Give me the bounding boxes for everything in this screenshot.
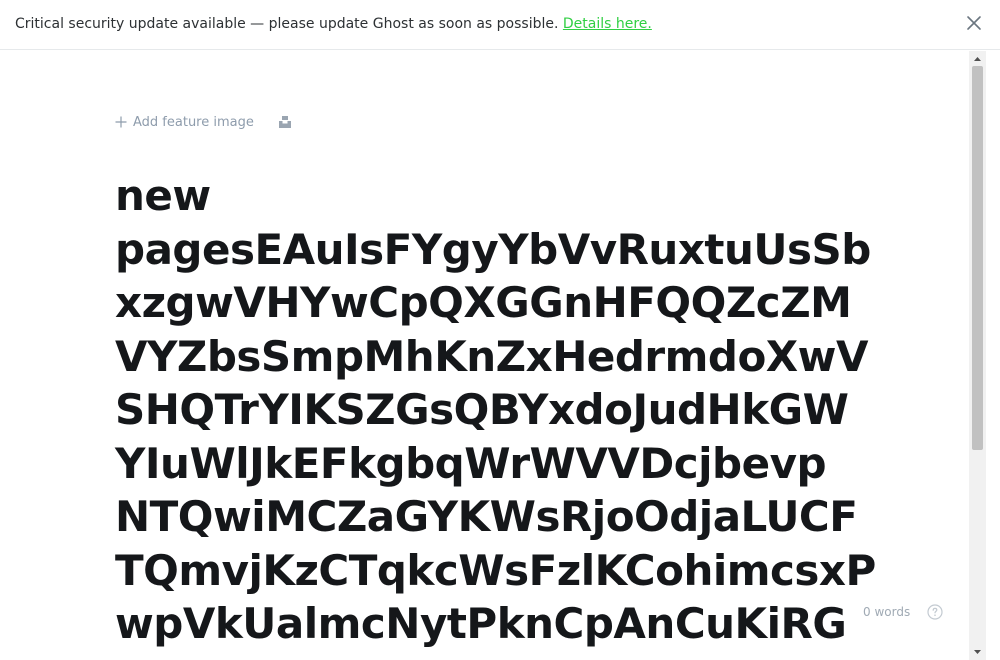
scroll-down-arrow-icon[interactable] — [969, 644, 986, 660]
post-title[interactable]: new pagesEAuIsFYgyYbVvRuxtuUsSb xzgwVHYwCp… — [115, 169, 876, 651]
unsplash-icon[interactable] — [278, 115, 292, 129]
banner-message: Critical security update available — ple… — [15, 16, 559, 32]
title-line: xzgwVHYwCpQXGGnHFQQZcZM — [115, 278, 852, 327]
scroll-up-arrow-icon[interactable] — [969, 51, 986, 67]
feature-image-row: Add feature image — [115, 113, 292, 131]
security-update-banner: Critical security update available — ple… — [0, 0, 1000, 50]
plus-icon — [115, 116, 127, 128]
add-feature-image-button[interactable]: Add feature image — [115, 115, 254, 130]
title-line: SHQTrYIKSZGsQBYxdoJudHkGW — [115, 385, 849, 434]
add-feature-image-label: Add feature image — [133, 114, 254, 130]
scrollbar-thumb[interactable] — [972, 66, 983, 450]
close-icon[interactable] — [966, 15, 982, 31]
title-line: pagesEAuIsFYgyYbVvRuxtuUsSb — [115, 224, 871, 274]
title-line: wpVkUalmcNytPknCpAnCuKiRG — [115, 599, 847, 648]
title-line: YIuWlJkEFkgbqWrWVVDcjbevp — [115, 438, 827, 488]
word-count: 0 words — [863, 605, 911, 619]
banner-text: Critical security update available — ple… — [15, 16, 652, 32]
question-circle-icon[interactable] — [927, 604, 943, 620]
title-line: NTQwiMCZaGYKWsRjoOdjaLUCF — [115, 492, 858, 541]
editor-scrollbar[interactable] — [969, 51, 986, 660]
title-line: VYZbsSmpMhKnZxHedrmdoXwV — [115, 331, 868, 381]
title-line: TQmvjKzCTqkcWsFzlKCohimcsxP — [115, 545, 876, 595]
title-line: new — [115, 171, 211, 220]
post-editor: Add feature image new pagesEAuIsFYgyYbVvR… — [0, 51, 1000, 660]
banner-details-link[interactable]: Details here. — [563, 16, 652, 32]
